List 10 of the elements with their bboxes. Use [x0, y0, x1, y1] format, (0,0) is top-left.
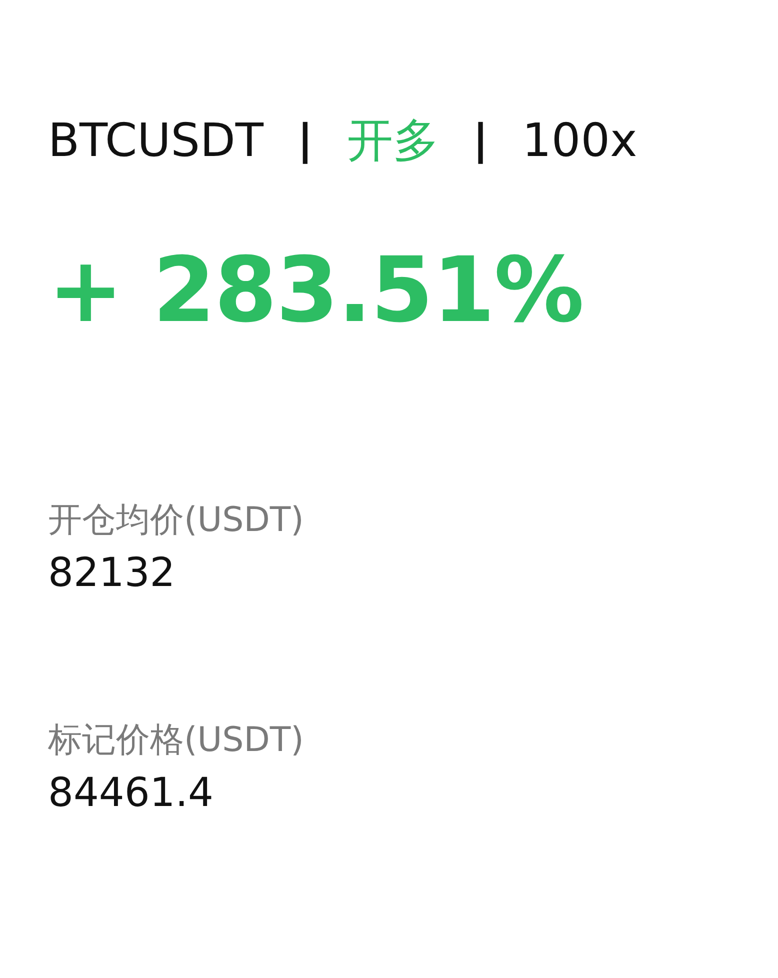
- symbol-text: BTCUSDT: [48, 112, 264, 169]
- separator-text: |: [297, 114, 313, 166]
- stat-value: 82132: [48, 549, 176, 598]
- pnl-percentage: + 283.51%: [48, 237, 584, 345]
- leverage-text: 100x: [522, 112, 638, 169]
- stat-label: 开仓均价(USDT): [48, 499, 305, 542]
- stat-value: 84461.4: [48, 769, 214, 818]
- separator-text: |: [472, 114, 488, 166]
- side-text: 开多: [346, 112, 439, 169]
- stat-label: 标记价格(USDT): [48, 719, 305, 762]
